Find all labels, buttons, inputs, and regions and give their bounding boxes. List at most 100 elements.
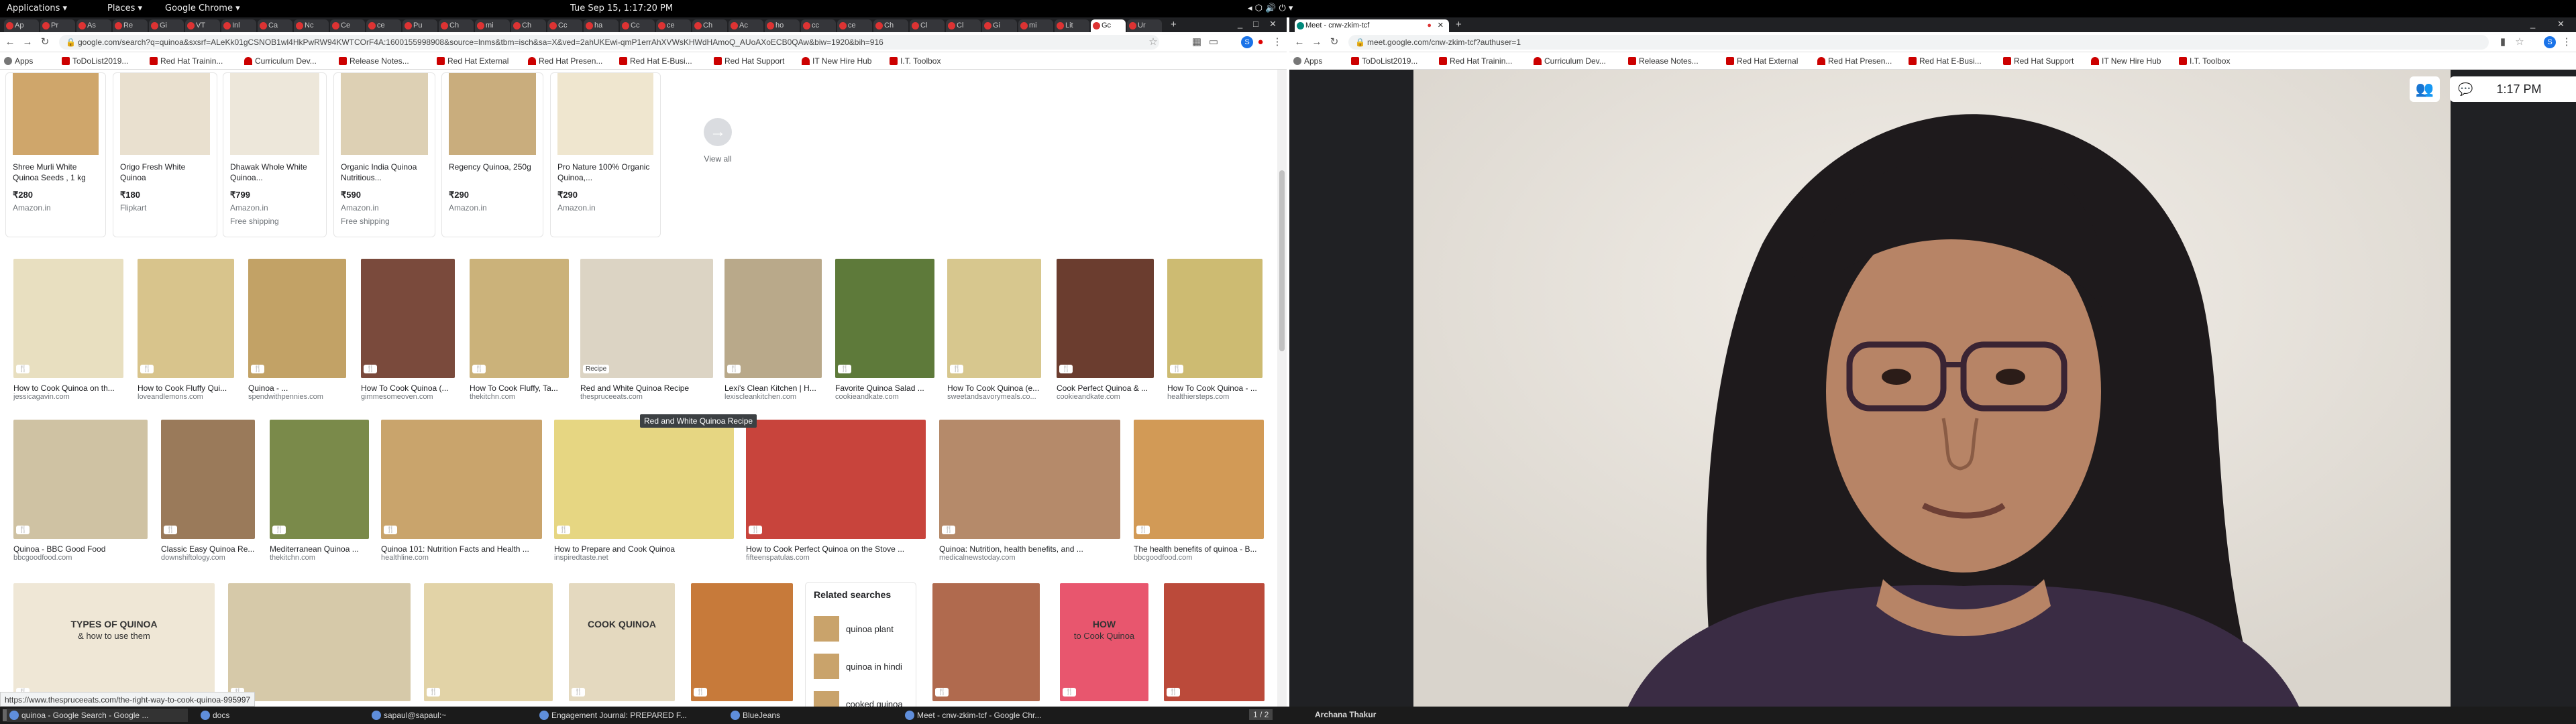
minimize-icon[interactable]: _: [1238, 19, 1242, 29]
image-result-row3-6[interactable]: 🍴HOWto Cook QuinoaHow to Cook Quinoa - .…: [1060, 583, 1148, 707]
cast-icon[interactable]: ▭: [1208, 36, 1220, 48]
tab-15[interactable]: Cc: [547, 19, 582, 32]
image-result-row1-0[interactable]: 🍴 How to Cook Quinoa on th... jessicagavin…: [13, 259, 123, 401]
tab-meet[interactable]: Meet - cnw-zkim-tcf ● ✕: [1295, 19, 1449, 32]
tab-1[interactable]: Pr: [40, 19, 75, 32]
taskbar-item-0[interactable]: quinoa - Google Search - Google ...: [7, 709, 188, 722]
tab-10[interactable]: ce: [366, 19, 401, 32]
image-result-row3-4[interactable]: 🍴Quinoa Pilaf With Vegeta...: [691, 583, 793, 707]
image-result-row2-2[interactable]: 🍴 Mediterranean Quinoa ... thekitchn.com: [270, 420, 369, 562]
participants-icon[interactable]: 👥: [2410, 76, 2440, 102]
related-search-0[interactable]: quinoa plant: [814, 616, 910, 643]
back-icon[interactable]: ←: [4, 36, 16, 48]
bookmark-6[interactable]: Red Hat Presen...: [528, 56, 602, 66]
bookmark-4[interactable]: Release Notes...: [339, 56, 409, 66]
tab-17[interactable]: Cc: [620, 19, 655, 32]
image-result-row2-3[interactable]: 🍴 Quinoa 101: Nutrition Facts and Health …: [381, 420, 542, 562]
tab-16[interactable]: ha: [584, 19, 619, 32]
tab-5[interactable]: VT: [185, 19, 220, 32]
tab-3[interactable]: Re: [113, 19, 148, 32]
view-all-button[interactable]: → View all: [694, 118, 741, 164]
tab-11[interactable]: Pu: [402, 19, 437, 32]
image-result-row1-8[interactable]: 🍴 How To Cook Quinoa (e... sweetandsavorym…: [947, 259, 1041, 401]
tab-22[interactable]: cc: [801, 19, 836, 32]
image-result-row2-0[interactable]: 🍴 Quinoa - BBC Good Food bbcgoodfood.com: [13, 420, 148, 562]
address-bar-meet[interactable]: 🔒 meet.google.com/cnw-zkim-tcf?authuser=…: [1348, 35, 2489, 50]
tab-8[interactable]: Nc: [294, 19, 329, 32]
bookmark-10[interactable]: I.T. Toolbox: [890, 56, 941, 66]
taskbar-item-2[interactable]: sapaul@sapaul:~: [369, 709, 527, 722]
tab-21[interactable]: ho: [765, 19, 800, 32]
tab-12[interactable]: Ch: [439, 19, 474, 32]
bookmark-4[interactable]: Release Notes...: [1628, 56, 1699, 66]
bookmark-6[interactable]: Red Hat Presen...: [1817, 56, 1892, 66]
tab-0[interactable]: Ap: [4, 19, 39, 32]
tab-28[interactable]: mi: [1018, 19, 1053, 32]
avatar[interactable]: S: [2544, 36, 2556, 48]
menu-icon[interactable]: ⋮: [2561, 36, 2573, 48]
taskbar-item-4[interactable]: BlueJeans: [728, 709, 892, 722]
extension-icon[interactable]: ▦: [1191, 36, 1203, 48]
image-result-row1-10[interactable]: 🍴 How To Cook Quinoa - ... healthiersteps.…: [1167, 259, 1263, 401]
bookmark-9[interactable]: IT New Hire Hub: [2091, 56, 2161, 66]
taskbar-item-1[interactable]: docs: [198, 709, 359, 722]
tab-19[interactable]: Ch: [692, 19, 727, 32]
image-result-row1-1[interactable]: 🍴 How to Cook Fluffy Qui... loveandlemons.…: [138, 259, 234, 401]
tab-4[interactable]: Gi: [149, 19, 184, 32]
bookmark-2[interactable]: Red Hat Trainin...: [150, 56, 223, 66]
image-result-row2-6[interactable]: 🍴 Quinoa: Nutrition, health benefits, and…: [939, 420, 1120, 562]
bookmark-5[interactable]: Red Hat External: [437, 56, 508, 66]
taskbar-item-3[interactable]: Engagement Journal: PREPARED F...: [537, 709, 718, 722]
shopping-card-2[interactable]: Dhawak Whole White Quinoa... ₹799 Amazon.i…: [223, 72, 327, 237]
new-tab-icon[interactable]: +: [1456, 19, 1462, 30]
tab-9[interactable]: Ce: [330, 19, 365, 32]
image-result-row1-9[interactable]: 🍴 Cook Perfect Quinoa & ... cookieandkate.…: [1057, 259, 1154, 401]
image-result-row3-1[interactable]: 🍴What to do with ...: [228, 583, 411, 707]
workspace-pager[interactable]: 1 / 2: [1249, 709, 1273, 720]
avatar[interactable]: S: [1241, 36, 1253, 48]
scrollbar[interactable]: [1277, 70, 1287, 707]
tab-18[interactable]: ce: [656, 19, 691, 32]
bookmark-0[interactable]: Apps: [1293, 56, 1322, 66]
bookmark-3[interactable]: Curriculum Dev...: [1534, 56, 1606, 66]
image-result-row3-5[interactable]: 🍴Cook Perfect Quinoa & 10 ...: [932, 583, 1040, 707]
close-window-icon[interactable]: ✕: [1269, 19, 1277, 29]
image-result-row3-3[interactable]: 🍴COOK QUINOAHow To Cook Quinoa - Th...: [569, 583, 675, 707]
related-search-1[interactable]: quinoa in hindi: [814, 654, 910, 680]
close-window-icon[interactable]: ✕: [2557, 19, 2565, 29]
bookmark-2[interactable]: Red Hat Trainin...: [1439, 56, 1512, 66]
close-icon[interactable]: ✕: [1438, 19, 1444, 32]
applications-menu[interactable]: Applications ▾: [7, 3, 67, 13]
taskbar-item-5[interactable]: Meet - cnw-zkim-tcf - Google Chr...: [902, 709, 1083, 722]
image-result-row1-5[interactable]: Recipe Red and White Quinoa Recipe thespru…: [580, 259, 713, 401]
shopping-card-3[interactable]: Organic India Quinoa Nutritious... ₹590 Am…: [333, 72, 435, 237]
star-icon[interactable]: ☆: [2514, 36, 2526, 48]
reload-icon[interactable]: ↻: [1328, 36, 1340, 48]
bookmark-3[interactable]: Curriculum Dev...: [244, 56, 317, 66]
shopping-card-4[interactable]: Regency Quinoa, 250g ₹290 Amazon.in: [441, 72, 543, 237]
image-result-row3-0[interactable]: 🍴TYPES OF QUINOA& how to use them: [13, 583, 215, 707]
image-result-row2-7[interactable]: 🍴 The health benefits of quinoa - B... bbc…: [1134, 420, 1264, 562]
image-result-row2-1[interactable]: 🍴 Classic Easy Quinoa Re... downshiftology…: [161, 420, 255, 562]
maximize-icon[interactable]: □: [1253, 19, 1258, 29]
system-tray-icons[interactable]: ◂ ⬡ 🔊 ⏻ ▾: [1248, 3, 1293, 13]
bookmark-1[interactable]: ToDoList2019...: [1351, 56, 1417, 66]
forward-icon[interactable]: →: [21, 36, 34, 48]
bookmark-10[interactable]: I.T. Toolbox: [2179, 56, 2230, 66]
forward-icon[interactable]: →: [1311, 36, 1323, 48]
image-result-row1-3[interactable]: 🍴 How To Cook Quinoa (... gimmesomeoven.co…: [361, 259, 455, 401]
shopping-card-1[interactable]: Origo Fresh White Quinoa ₹180 Flipkart: [113, 72, 217, 237]
bookmark-8[interactable]: Red Hat Support: [2003, 56, 2074, 66]
star-icon[interactable]: ☆: [1147, 36, 1159, 48]
tab-30[interactable]: Gc: [1091, 19, 1126, 32]
tab-31[interactable]: Ur: [1127, 19, 1162, 32]
bookmark-0[interactable]: Apps: [4, 56, 33, 66]
image-result-row1-4[interactable]: 🍴 How To Cook Fluffy, Ta... thekitchn.com: [470, 259, 569, 401]
address-bar[interactable]: 🔒 google.com/search?q=quinoa&sxsrf=ALeKk…: [59, 35, 1159, 50]
bookmark-9[interactable]: IT New Hire Hub: [802, 56, 871, 66]
new-tab-icon[interactable]: +: [1171, 19, 1177, 30]
tab-14[interactable]: Ch: [511, 19, 546, 32]
minimize-icon[interactable]: _: [2530, 19, 2535, 29]
tab-20[interactable]: Ac: [729, 19, 763, 32]
tab-2[interactable]: As: [76, 19, 111, 32]
